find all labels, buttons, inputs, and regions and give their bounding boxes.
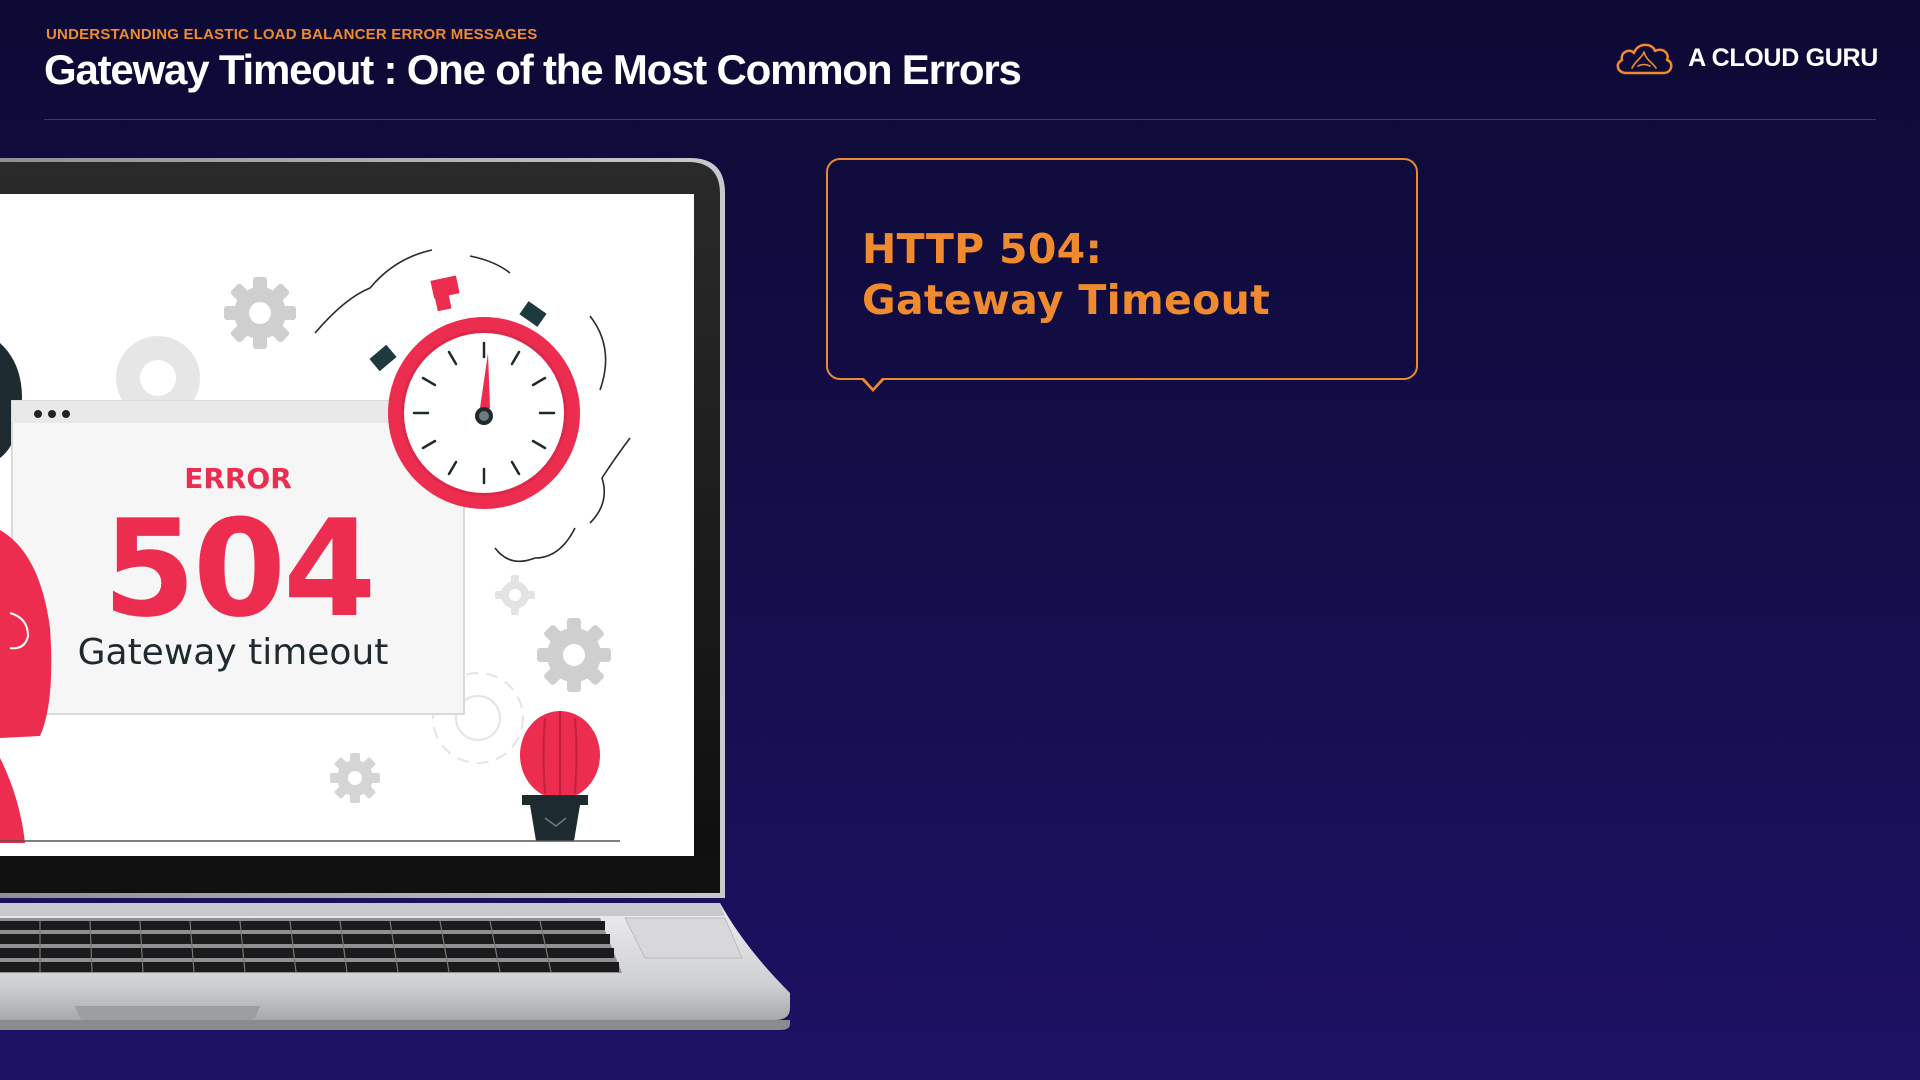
callout-line1: HTTP 504: <box>862 225 1103 273</box>
brand-logo: A CLOUD GURU <box>1612 38 1878 78</box>
gear-icon <box>330 753 380 803</box>
keyboard <box>0 918 622 973</box>
cloud-logo-icon <box>1616 43 1673 75</box>
gear-icon <box>224 277 296 349</box>
gear-icon <box>537 618 611 692</box>
error-caption: Gateway timeout <box>78 632 389 673</box>
laptop-illustration: ERROR 504 Gateway timeout <box>0 158 790 1030</box>
eyebrow-label: UNDERSTANDING ELASTIC LOAD BALANCER ERRO… <box>46 26 538 43</box>
callout-line2: Gateway Timeout <box>862 276 1271 324</box>
callout-tail-inner <box>863 377 883 388</box>
error-code: 504 <box>103 491 374 647</box>
callout-box: HTTP 504: Gateway Timeout <box>826 158 1418 380</box>
header-divider <box>44 119 1876 120</box>
slide-title: Gateway Timeout : One of the Most Common… <box>44 46 1022 93</box>
callout-text: HTTP 504: Gateway Timeout <box>862 224 1270 326</box>
brand-name: A CLOUD GURU <box>1688 43 1878 72</box>
